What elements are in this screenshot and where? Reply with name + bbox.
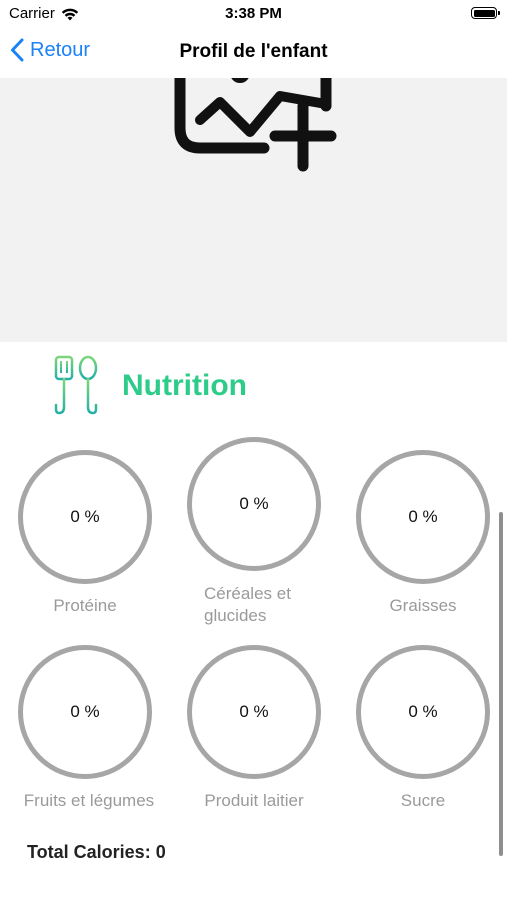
page-title: Profil de l'enfant <box>179 41 328 62</box>
gauge-ring: 0 % <box>18 645 152 779</box>
nutrition-header: Nutrition <box>50 355 247 417</box>
gauge-sucre: 0 % Sucre <box>356 645 490 812</box>
gauge-ring: 0 % <box>356 450 490 584</box>
gauge-cereales-glucides: 0 % Céréales et glucides <box>187 437 321 627</box>
gauge-graisses: 0 % Graisses <box>356 450 490 617</box>
navigation-bar: Retour Profil de l'enfant <box>0 28 507 78</box>
total-calories: Total Calories: 0 <box>27 842 166 862</box>
gauge-label: Céréales et glucides <box>204 584 291 625</box>
nutrition-title: Nutrition <box>122 369 247 402</box>
gauge-label: Graisses <box>389 596 457 615</box>
status-bar: Carrier 3:38 PM <box>0 0 507 28</box>
gauge-value: 0 % <box>408 507 438 526</box>
gauge-ring: 0 % <box>187 645 321 779</box>
gauge-label: Sucre <box>400 791 446 810</box>
gauge-value: 0 % <box>239 702 269 721</box>
gauge-label: Fruits et légumes <box>23 791 155 810</box>
gauge-value: 0 % <box>239 494 269 513</box>
gauge-ring: 0 % <box>187 437 321 571</box>
gauge-value: 0 % <box>408 702 438 721</box>
battery-icon <box>471 7 500 19</box>
gauge-proteine: 0 % Protéine <box>18 450 152 617</box>
utensils-icon <box>54 355 98 415</box>
gauge-value: 0 % <box>70 507 100 526</box>
gauge-label: Produit laitier <box>204 791 304 810</box>
scrollbar[interactable] <box>499 512 503 856</box>
add-photo-icon[interactable] <box>168 78 340 178</box>
profile-photo-area[interactable] <box>0 78 507 342</box>
gauge-fruits-legumes: 0 % Fruits et légumes <box>18 645 154 812</box>
gauge-value: 0 % <box>70 702 100 721</box>
gauge-produit-laitier: 0 % Produit laitier <box>187 645 321 812</box>
status-time: 3:38 PM <box>225 5 282 22</box>
gauge-label: Protéine <box>53 596 117 615</box>
gauge-ring: 0 % <box>356 645 490 779</box>
gauge-ring: 0 % <box>18 450 152 584</box>
